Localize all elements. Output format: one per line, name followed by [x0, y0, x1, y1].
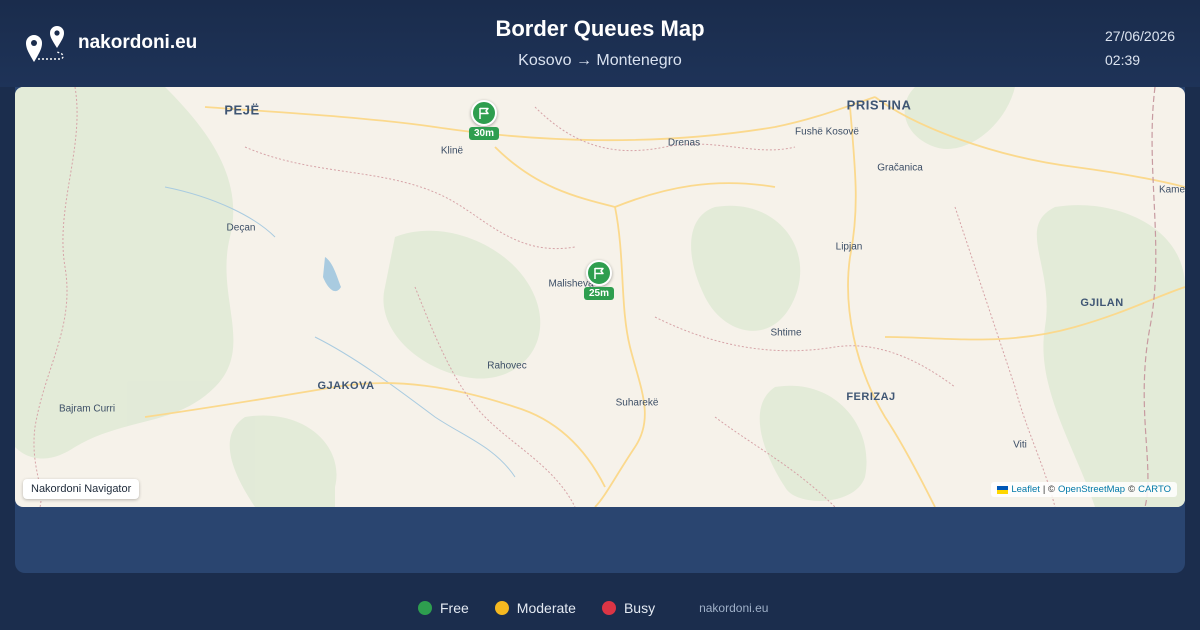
- legend-item-moderate: Moderate: [494, 600, 576, 616]
- status-dot-icon: [418, 601, 432, 615]
- osm-link[interactable]: OpenStreetMap: [1058, 484, 1125, 495]
- city-label: GJAKOVA: [317, 380, 375, 392]
- map-attribution: Leaflet | © OpenStreetMap © CARTO: [991, 482, 1177, 497]
- city-label: PRISTINA: [846, 97, 912, 113]
- city-label: Deçan: [226, 222, 256, 234]
- legend-label: Busy: [623, 600, 656, 616]
- city-label: Kame: [1158, 184, 1185, 196]
- legend-label: Moderate: [516, 600, 576, 616]
- leaflet-link[interactable]: Leaflet: [1011, 484, 1040, 495]
- route-subtitle: Kosovo → Montenegro: [518, 52, 682, 69]
- city-label: Viti: [1013, 439, 1027, 451]
- date-text: 27/06/2026: [1105, 28, 1176, 44]
- attribution-separator: | ©: [1042, 484, 1055, 495]
- border-crossing-marker[interactable]: 25m: [583, 260, 615, 300]
- title-block: Border Queues Map Kosovo → Montenegro: [0, 16, 1200, 70]
- attribution-separator: ©: [1128, 484, 1136, 495]
- navigator-label[interactable]: Nakordoni Navigator: [23, 479, 140, 499]
- ukraine-flag-icon: [997, 485, 1009, 494]
- status-dot-icon: [494, 601, 509, 615]
- border-crossing-marker[interactable]: 30m: [468, 100, 500, 140]
- city-label: Drenas: [667, 137, 701, 149]
- site-link[interactable]: nakordoni.eu: [699, 601, 768, 615]
- time-text: 02:39: [1105, 52, 1141, 68]
- city-label: Shtime: [770, 327, 802, 339]
- city-label: Suharekë: [615, 397, 659, 409]
- wait-time-badge: 30m: [468, 127, 500, 140]
- flag-icon: [585, 260, 612, 286]
- city-label: Gračanica: [877, 162, 923, 174]
- wait-time-badge: 25m: [583, 287, 615, 300]
- page-title: Border Queues Map: [495, 16, 705, 41]
- city-label: FERIZAJ: [846, 391, 896, 403]
- city-label: Fushë Kosovë: [795, 126, 859, 138]
- legend-item-free: Free: [418, 600, 469, 616]
- city-label: Rahovec: [487, 360, 527, 372]
- map-view[interactable]: PEJË PRISTINA Klinë Drenas Fushë Kosovë …: [15, 87, 1185, 507]
- city-label: Klinë: [440, 145, 464, 157]
- header: nakordoni.eu Border Queues Map Kosovo → …: [0, 0, 1200, 87]
- footer: Free Moderate Busy nakordoni.eu: [0, 587, 1200, 630]
- legend-item-busy: Busy: [601, 600, 656, 616]
- status-dot-icon: [601, 601, 616, 615]
- flag-icon: [470, 100, 497, 126]
- carto-link[interactable]: CARTO: [1138, 484, 1171, 495]
- datetime: 27/06/2026 02:39: [1105, 24, 1175, 72]
- city-label: Bajram Curri: [58, 403, 116, 415]
- city-label: GJILAN: [1080, 297, 1124, 309]
- city-label: PEJË: [224, 102, 260, 118]
- legend-label: Free: [440, 600, 469, 616]
- legend: Free Moderate Busy nakordoni.eu: [418, 600, 768, 616]
- city-label: Lipjan: [835, 241, 863, 253]
